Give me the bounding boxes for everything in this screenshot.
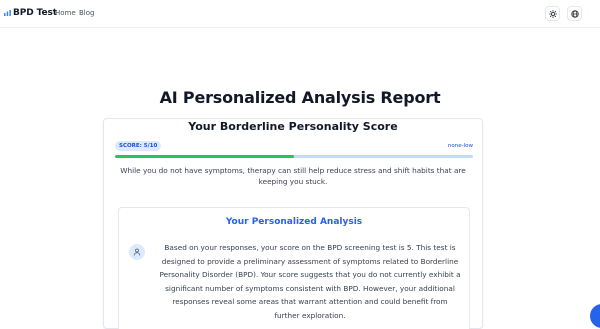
analysis-title: Your Personalized Analysis [225, 217, 363, 227]
score-description: While you do not have symptoms, therapy … [120, 166, 466, 186]
score-progress-bar [115, 155, 473, 158]
language-selector-button[interactable] [567, 6, 582, 21]
brand-name: BPD Test [13, 8, 57, 18]
score-badge: SCORE: 5/10 [115, 141, 162, 151]
avatar [129, 244, 145, 260]
chat-widget-button[interactable] [590, 304, 600, 328]
score-level-label: none-low [447, 143, 473, 149]
analysis-panel: Your Personalized Analysis Based on your… [118, 207, 470, 329]
report-title: AI Personalized Analysis Report [159, 88, 441, 107]
globe-icon [570, 9, 579, 18]
top-navbar: BPD Test Home Blog [0, 0, 600, 28]
nav-blog-link[interactable]: Blog [79, 9, 94, 17]
user-icon [133, 248, 141, 256]
score-card: Your Borderline Personality Score SCORE:… [103, 118, 483, 329]
brand-logo-link[interactable]: BPD Test [4, 8, 57, 18]
nav-home-link[interactable]: Home [55, 9, 76, 17]
analysis-text: Based on your responses, your score on t… [159, 243, 461, 320]
sun-icon [548, 9, 557, 18]
brain-icon [4, 10, 11, 16]
score-card-title: Your Borderline Personality Score [188, 120, 398, 133]
score-progress-fill [115, 155, 294, 158]
theme-toggle-button[interactable] [545, 6, 560, 21]
